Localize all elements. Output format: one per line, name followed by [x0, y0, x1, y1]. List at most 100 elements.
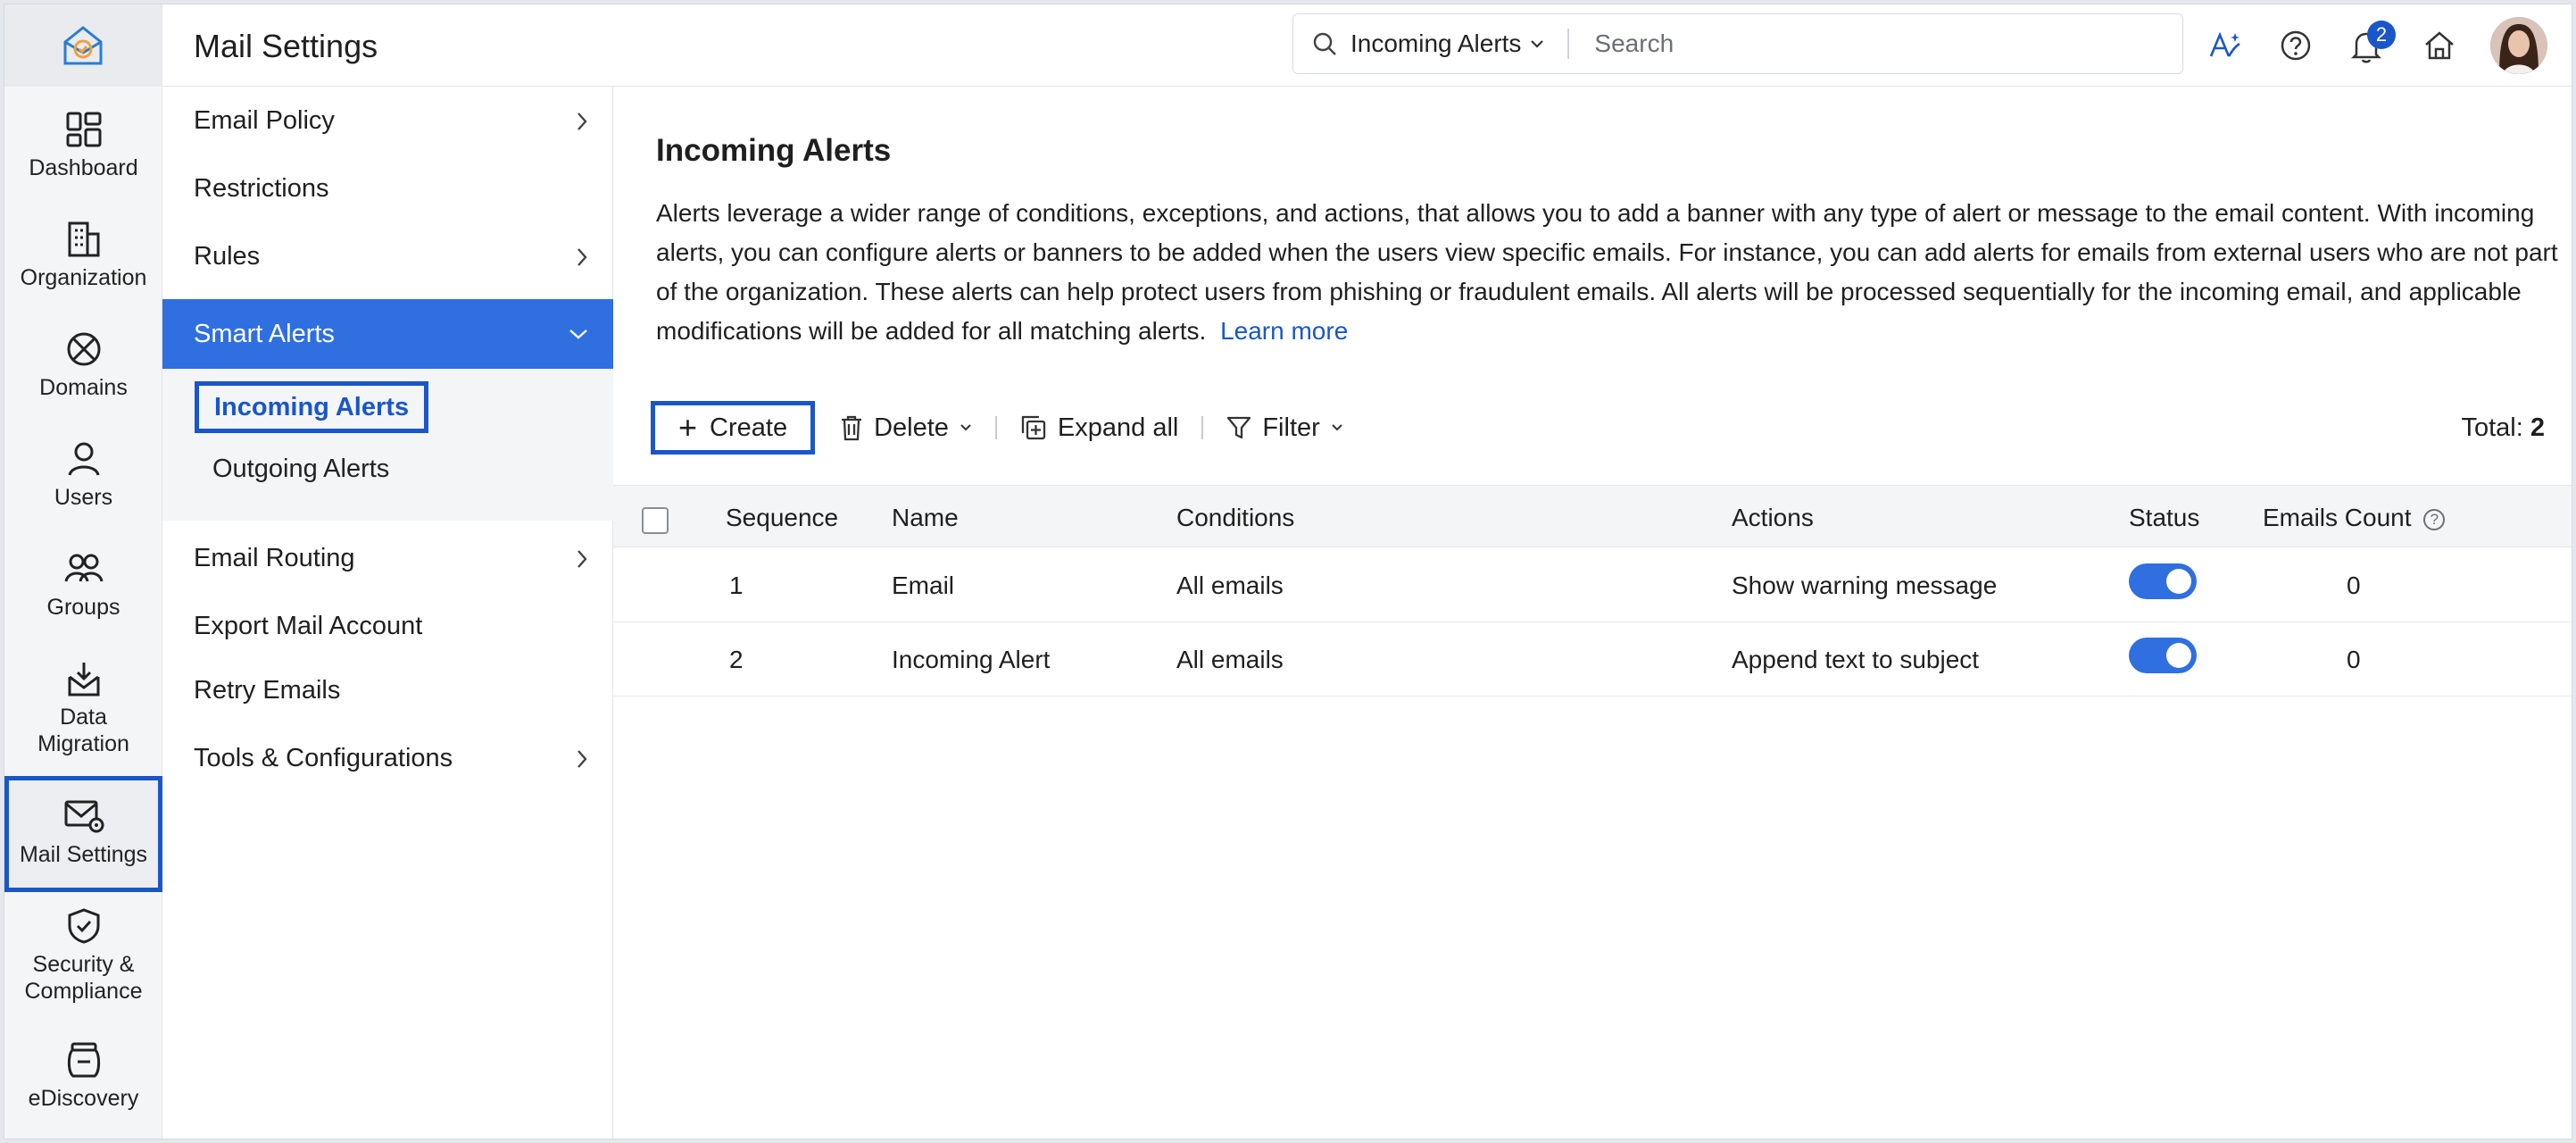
total-value: 2 [2530, 413, 2545, 442]
emails-count-label: Emails Count [2263, 504, 2412, 531]
column-header-sequence[interactable]: Sequence [726, 504, 838, 532]
rail-item-domains[interactable]: Domains [4, 330, 162, 401]
archive-jar-icon [67, 1042, 100, 1078]
sub-item-incoming-alerts[interactable]: Incoming Alerts [195, 381, 429, 433]
search-scope-dropdown[interactable]: Incoming Alerts [1293, 14, 1544, 73]
nav-item-label: Export Mail Account [194, 611, 423, 640]
nav-item-rules[interactable]: Rules [162, 222, 613, 290]
sub-item-label: Outgoing Alerts [212, 454, 390, 483]
rail-item-dashboard[interactable]: Dashboard [4, 110, 162, 181]
rail-item-users[interactable]: Users [4, 439, 162, 511]
user-avatar[interactable] [2490, 17, 2547, 74]
page-title: Incoming Alerts [656, 133, 892, 168]
help-icon[interactable]: ? [2423, 509, 2446, 530]
home-icon[interactable] [2422, 29, 2456, 62]
column-header-conditions[interactable]: Conditions [1176, 504, 1294, 532]
nav-item-label: Tools & Configurations [194, 743, 453, 772]
nav-item-label: Retry Emails [194, 675, 341, 705]
rail-label: Compliance [24, 979, 143, 1004]
column-header-actions[interactable]: Actions [1732, 504, 1814, 532]
select-all-checkbox[interactable] [642, 507, 669, 534]
column-header-name[interactable]: Name [892, 504, 959, 532]
search-scope-label: Incoming Alerts [1350, 29, 1522, 57]
column-header-status[interactable]: Status [2129, 504, 2199, 532]
app-window: Dashboard Organization Domains Users Gro… [4, 4, 2572, 1139]
user-icon [68, 442, 99, 476]
alerts-table-header: Sequence Name Conditions Actions Status … [613, 485, 2572, 547]
table-row[interactable]: 2 Incoming Alert All emails Append text … [613, 622, 2572, 697]
expand-all-button[interactable]: Expand all [1020, 413, 1178, 443]
nav-item-email-routing[interactable]: Email Routing [162, 524, 613, 592]
rail-label: Mail Settings [19, 842, 148, 867]
rail-label: Security & [32, 952, 135, 977]
page-description: Alerts leverage a wider range of conditi… [656, 194, 2572, 351]
rail-item-data-migration[interactable]: Data Migration [4, 659, 162, 757]
expand-all-label: Expand all [1057, 413, 1179, 442]
group-icon [64, 554, 103, 582]
filter-icon [1227, 416, 1251, 439]
nav-item-label: Email Routing [194, 543, 355, 572]
total-count: Total: 2 [2461, 413, 2545, 443]
search-input[interactable] [1594, 29, 2131, 58]
nav-item-restrictions[interactable]: Restrictions [162, 154, 613, 222]
row-sequence: 2 [729, 646, 744, 673]
app-logo[interactable] [4, 4, 162, 87]
row-name: Email [892, 572, 955, 599]
status-toggle[interactable] [2129, 638, 2197, 673]
nav-item-tools-configurations[interactable]: Tools & Configurations [162, 724, 613, 792]
mail-gear-icon [64, 800, 104, 833]
nav-item-label: Email Policy [194, 105, 335, 135]
rail-label: Organization [20, 265, 147, 290]
column-header-emails-count: Emails Count ? [2263, 504, 2446, 532]
row-actions: Append text to subject [1732, 646, 1980, 673]
app-title: Mail Settings [194, 28, 378, 64]
chevron-right-icon [578, 248, 587, 266]
delete-label: Delete [874, 413, 949, 442]
help-icon[interactable] [2280, 29, 2312, 62]
create-label: Create [710, 413, 788, 442]
row-name: Incoming Alert [892, 646, 1051, 673]
sub-item-outgoing-alerts[interactable]: Outgoing Alerts [195, 443, 407, 495]
settings-nav: Email Policy Restrictions Rules Smart Al… [162, 87, 613, 1139]
rail-item-groups[interactable]: Groups [4, 549, 162, 621]
rail-item-ediscovery[interactable]: eDiscovery [4, 1040, 162, 1112]
filter-button[interactable]: Filter [1226, 413, 1342, 443]
create-button[interactable]: + Create [651, 401, 816, 455]
table-row[interactable]: 1 Email All emails Show warning message … [613, 548, 2572, 622]
nav-item-label: Rules [194, 241, 261, 271]
search-divider [1567, 29, 1570, 59]
main-content: Incoming Alerts Alerts leverage a wider … [613, 87, 2572, 1139]
nav-item-retry-emails[interactable]: Retry Emails [162, 656, 613, 724]
search-icon [1313, 32, 1336, 55]
total-label: Total: [2461, 413, 2523, 442]
description-text: Alerts leverage a wider range of conditi… [656, 199, 2558, 345]
status-toggle[interactable] [2129, 563, 2197, 599]
rail-label: Users [54, 485, 113, 510]
translate-sparkle-icon[interactable] [2207, 29, 2243, 62]
nav-item-smart-alerts[interactable]: Smart Alerts [162, 299, 613, 370]
rail-item-organization[interactable]: Organization [4, 220, 162, 291]
smart-alerts-submenu: Incoming Alerts Outgoing Alerts [162, 369, 613, 521]
avatar-portrait [2490, 17, 2547, 74]
row-actions: Show warning message [1732, 572, 1998, 599]
rail-label: Migration [37, 731, 129, 756]
rail-item-mail-settings[interactable]: Mail Settings [4, 776, 162, 892]
shield-check-icon [68, 908, 99, 944]
nav-item-email-policy[interactable]: Email Policy [162, 87, 613, 154]
globe-icon [67, 332, 100, 366]
sub-item-label: Incoming Alerts [214, 392, 410, 421]
rail-label: eDiscovery [28, 1086, 139, 1111]
row-conditions: All emails [1176, 646, 1284, 673]
left-rail: Dashboard Organization Domains Users Gro… [4, 4, 162, 1139]
nav-item-export-mail-account[interactable]: Export Mail Account [162, 592, 613, 660]
notifications-button[interactable]: 2 [2350, 21, 2396, 65]
delete-button[interactable]: Delete [840, 413, 972, 443]
learn-more-link[interactable]: Learn more [1220, 317, 1348, 345]
chevron-down-icon [1332, 424, 1342, 431]
chevron-down-icon [1531, 40, 1544, 48]
expand-all-icon [1021, 415, 1046, 440]
rail-item-security-compliance[interactable]: Security & Compliance [4, 906, 162, 1005]
chevron-right-icon [578, 113, 587, 130]
rail-label: Groups [46, 595, 120, 620]
chevron-down-icon [569, 330, 587, 339]
